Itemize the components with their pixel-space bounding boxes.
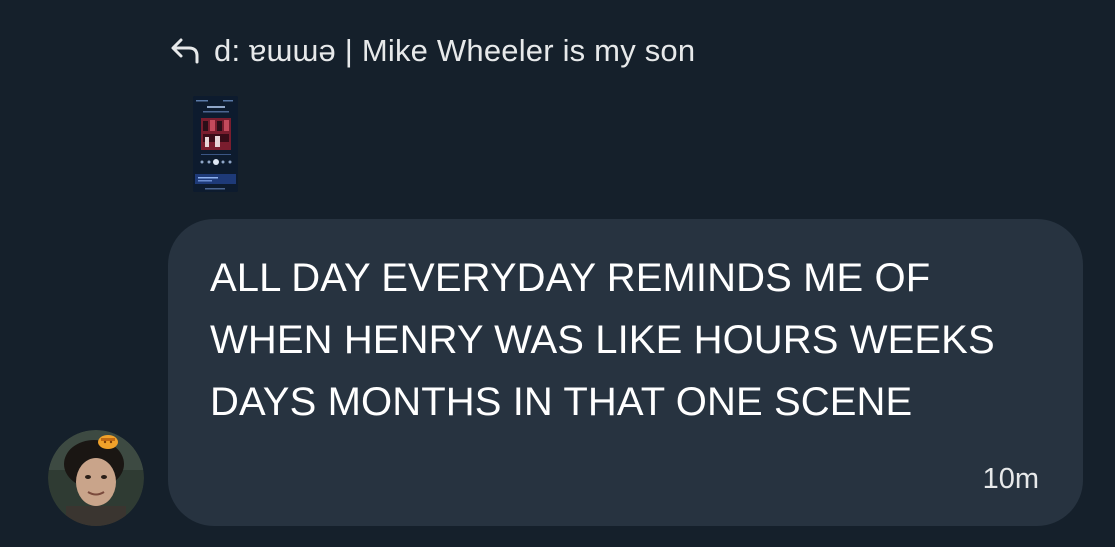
message-bubble[interactable]: ALL DAY EVERYDAY REMINDS ME OF WHEN HENR… (168, 219, 1083, 526)
message-text: ALL DAY EVERYDAY REMINDS ME OF WHEN HENR… (210, 256, 995, 424)
user-avatar-icon (48, 430, 144, 526)
image-thumbnail[interactable] (193, 96, 238, 192)
message-timestamp: 10m (982, 463, 1039, 495)
user-avatar[interactable] (48, 430, 144, 526)
reply-context-text: d: ɐɯɯǝ | Mike Wheeler is my son (214, 32, 696, 68)
reply-context[interactable]: d: ɐɯɯǝ | Mike Wheeler is my son (168, 28, 695, 72)
dm-conversation-view: d: ɐɯɯǝ | Mike Wheeler is my son ALL DAY… (0, 0, 1115, 547)
reply-arrow-icon (168, 35, 202, 65)
